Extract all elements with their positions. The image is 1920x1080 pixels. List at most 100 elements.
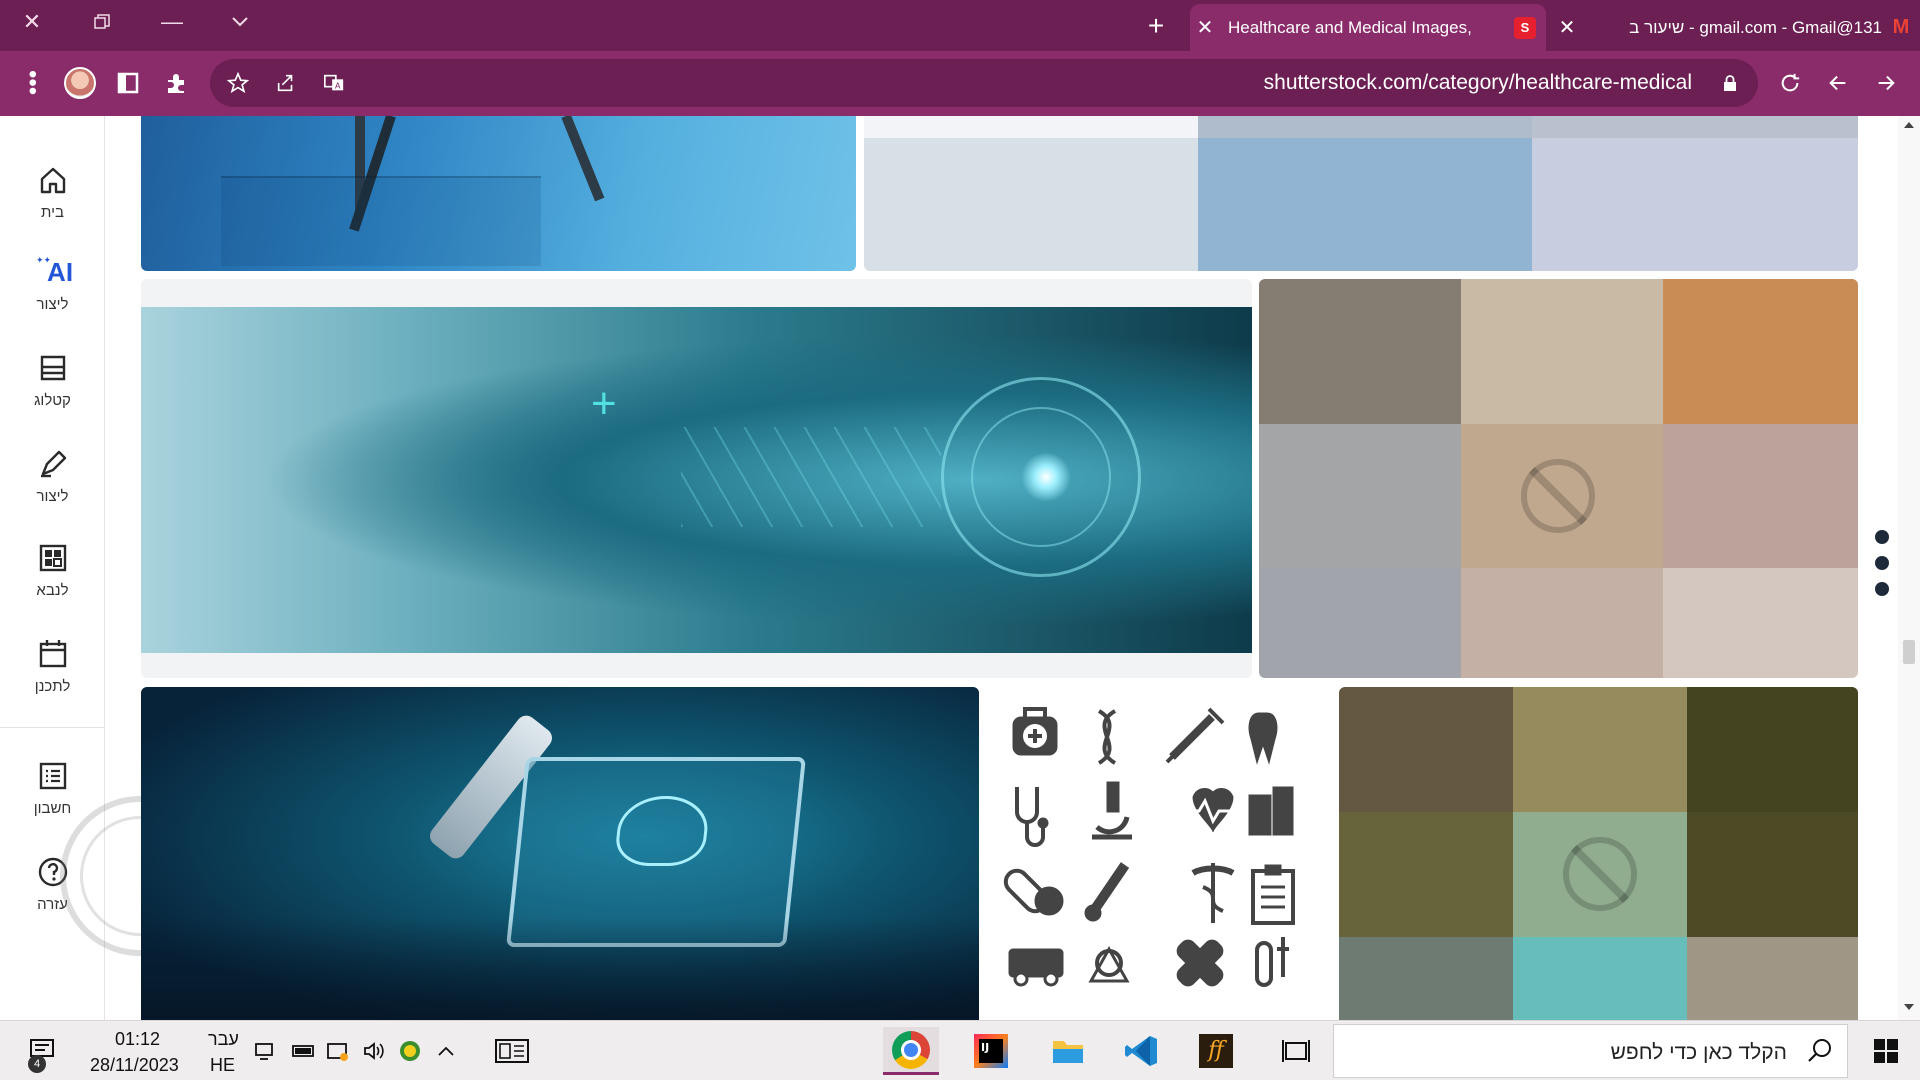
task-view-button[interactable] [1268, 1027, 1324, 1075]
intellij-icon: IJ [974, 1034, 1008, 1068]
vscode-icon [1125, 1036, 1157, 1066]
clock-date[interactable]: 28/11/2023 [90, 1055, 179, 1076]
image-tile-placeholder-3[interactable] [1339, 687, 1858, 1020]
carousel-dot[interactable] [1875, 582, 1889, 596]
clock-time[interactable]: 01:12 [115, 1029, 160, 1050]
address-bar[interactable]: A shutterstock.com/category/healthcare-m… [210, 59, 1758, 107]
sidebar-item-label: ליצור [36, 488, 69, 505]
sidebar-item-label: לנבא [36, 582, 69, 599]
news-widget-button[interactable] [484, 1027, 540, 1075]
minimize-window-button[interactable]: — [140, 0, 204, 44]
heartbeat-icon [1185, 788, 1241, 833]
sidebar-item-home[interactable]: בית [0, 160, 105, 240]
menu-button[interactable]: ••• [12, 63, 52, 103]
arrow-right-icon [1878, 75, 1895, 91]
ff-app-icon: ff [1199, 1034, 1233, 1068]
extensions-button[interactable] [156, 63, 196, 103]
sidebar-item-plan[interactable]: לתכנן [0, 634, 105, 714]
tab-healthcare[interactable]: ✕ Healthcare and Medical Images, S [1190, 4, 1546, 51]
biohazard-icon [1088, 945, 1130, 983]
language-indicator-bottom[interactable]: HE [210, 1055, 235, 1076]
pill-icon [1003, 868, 1064, 916]
volume-icon[interactable] [354, 1027, 394, 1075]
side-panel-icon [117, 72, 139, 94]
tab-title: Healthcare and Medical Images, [1228, 17, 1472, 37]
language-indicator-top[interactable]: עבר [208, 1029, 239, 1050]
sidebar-item-label: לתכנן [34, 678, 71, 695]
tooth-icon [1248, 712, 1278, 765]
image-tile-medical-icons[interactable] [987, 687, 1331, 1020]
new-tab-button[interactable]: + [1124, 4, 1188, 48]
thermometer-icon [1084, 862, 1130, 922]
sidebar-item-label: חשבון [33, 800, 72, 817]
scroll-down-arrow[interactable] [1904, 1004, 1914, 1010]
share-icon [277, 74, 293, 92]
action-center-button[interactable]: 4 [14, 1027, 70, 1075]
side-panel-button[interactable] [108, 63, 148, 103]
stethoscope-icon [1015, 787, 1049, 847]
share-button[interactable] [266, 63, 306, 103]
tab-search-button[interactable] [208, 0, 272, 44]
calendar-icon [33, 634, 73, 674]
back-button[interactable] [1866, 63, 1906, 103]
tab-close-icon[interactable]: ✕ [1190, 15, 1220, 40]
image-tile-placeholder-1[interactable] [864, 116, 1858, 271]
tray-app-icon[interactable] [390, 1027, 430, 1075]
sidebar-item-create[interactable]: ליצור [0, 444, 105, 524]
tab-close-icon[interactable]: ✕ [1552, 15, 1582, 40]
restore-window-button[interactable] [70, 0, 134, 44]
security-status-icon[interactable] [318, 1027, 358, 1075]
news-icon [495, 1039, 529, 1063]
sidebar-item-predict[interactable]: לנבא [0, 538, 105, 618]
image-tile-doctor-pocket[interactable] [141, 116, 856, 271]
windows-logo-icon [1874, 1039, 1898, 1063]
url-text[interactable]: shutterstock.com/category/healthcare-med… [1264, 71, 1692, 95]
profile-button[interactable] [60, 63, 100, 103]
scrollbar-thumb[interactable] [1903, 640, 1915, 664]
carousel-dot[interactable] [1875, 556, 1889, 570]
home-icon [33, 160, 73, 200]
avatar [64, 67, 96, 99]
close-window-button[interactable]: ✕ [0, 0, 64, 44]
network-icon[interactable] [246, 1027, 286, 1075]
lock-icon[interactable] [1710, 63, 1750, 103]
reload-button[interactable] [1770, 63, 1810, 103]
sidebar-divider [0, 727, 105, 728]
taskbar-ff-app[interactable]: ff [1188, 1027, 1244, 1075]
image-tile-stethoscope-tech[interactable]: + [141, 279, 1252, 678]
tab-title: 131@gmail.com - Gmail - שיעור ב [1629, 17, 1882, 37]
taskbar-file-explorer[interactable] [1040, 1027, 1096, 1075]
list-icon [33, 756, 73, 796]
reload-icon [1781, 73, 1800, 92]
bookmark-star-button[interactable] [218, 63, 258, 103]
taskbar-chrome[interactable] [883, 1027, 939, 1075]
taskbar-search-box[interactable]: הקלד כאן כדי לחפש [1333, 1024, 1848, 1078]
ai-sparkle-icon: ✦✦ AI [35, 254, 74, 287]
chevron-up-icon [438, 1046, 454, 1056]
start-button[interactable] [1856, 1027, 1916, 1075]
grid-icon [33, 538, 73, 578]
scroll-up-arrow[interactable] [1904, 122, 1914, 128]
puzzle-icon [168, 74, 184, 93]
medicine-bottles-icon [1248, 786, 1294, 836]
windows-taskbar: 4 01:12 28/11/2023 עבר HE IJ ff הקלד כאן… [0, 1020, 1920, 1080]
carousel-dot[interactable] [1875, 530, 1889, 544]
image-tile-robot-arm-brain[interactable] [141, 687, 979, 1020]
sidebar-item-catalog[interactable]: קטלוג [0, 348, 105, 428]
show-hidden-icons-button[interactable] [426, 1027, 466, 1075]
sidebar-item-label: קטלוג [34, 392, 71, 409]
bandage-icon [1176, 939, 1224, 987]
translate-button[interactable]: A [314, 63, 354, 103]
translate-icon: A [324, 74, 344, 91]
chrome-icon [892, 1030, 930, 1069]
taskbar-vscode[interactable] [1114, 1027, 1170, 1075]
sidebar-item-ai-generate[interactable]: ✦✦ AI ליצור [0, 252, 105, 332]
tab-gmail[interactable]: ✕ 131@gmail.com - Gmail - שיעור ב M [1552, 4, 1912, 51]
restore-icon [94, 14, 110, 29]
image-tile-placeholder-2[interactable] [1259, 279, 1858, 678]
medical-icon-set [1003, 707, 1295, 987]
page-scrollbar[interactable] [1898, 116, 1920, 1020]
forward-button[interactable] [1818, 63, 1858, 103]
taskbar-intellij[interactable]: IJ [963, 1027, 1019, 1075]
page-content: בית ✦✦ AI ליצור קטלוג ליצור לנבא לתכנן ח… [0, 116, 1920, 1020]
